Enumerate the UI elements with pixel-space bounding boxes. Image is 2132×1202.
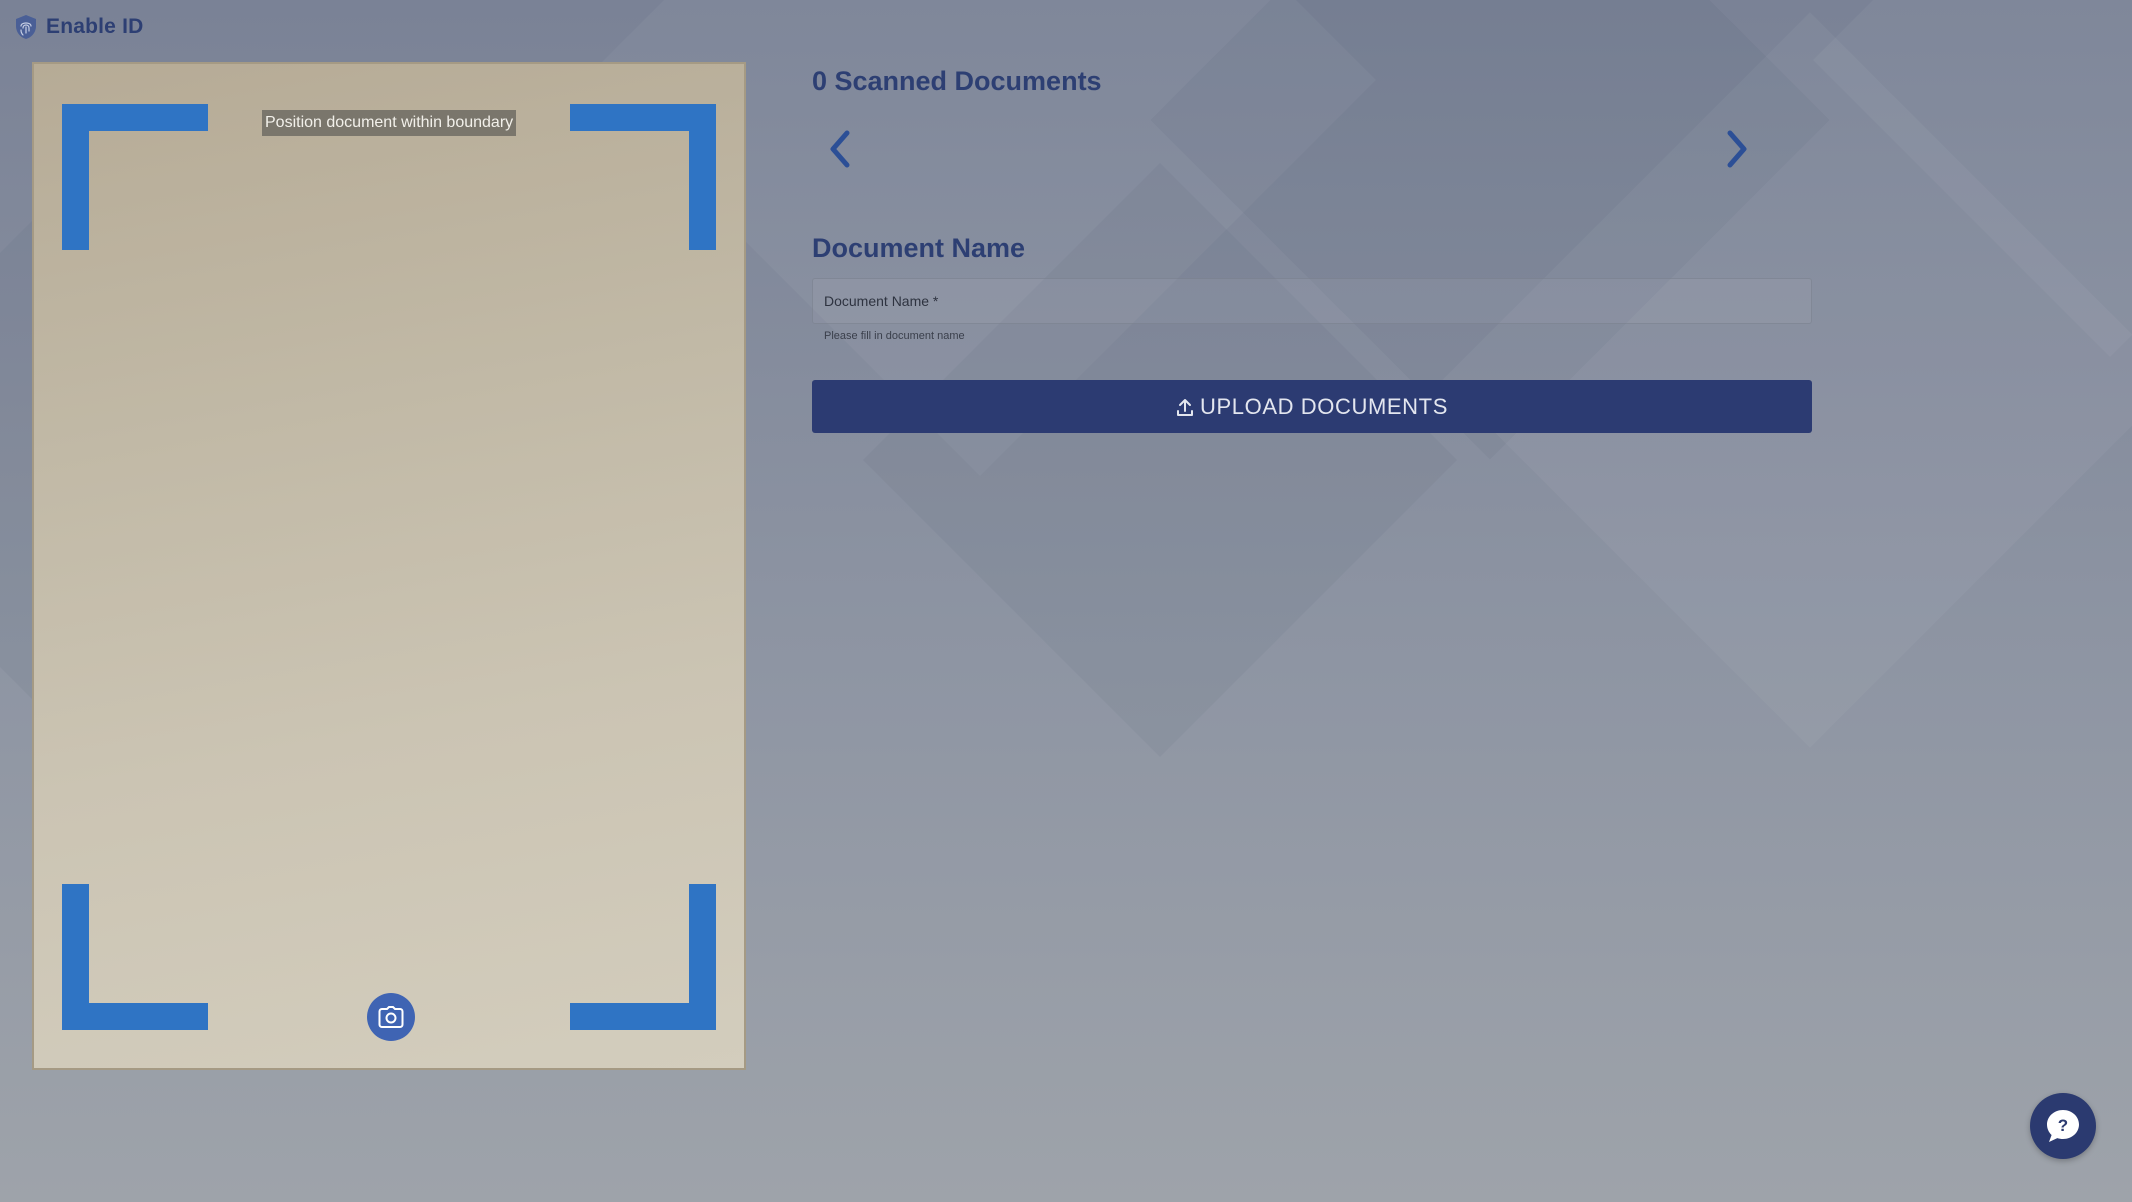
- upload-icon: [1177, 398, 1194, 416]
- document-carousel: [812, 125, 1812, 185]
- camera-icon: [378, 1006, 404, 1028]
- chevron-left-icon: [830, 130, 850, 168]
- app-title: Enable ID: [46, 15, 144, 38]
- help-chat-button[interactable]: ?: [2030, 1093, 2096, 1159]
- capture-button[interactable]: [367, 993, 415, 1041]
- help-symbol: ?: [2058, 1116, 2068, 1135]
- document-name-helper: Please fill in document name: [824, 330, 965, 342]
- upload-button-label: UPLOAD DOCUMENTS: [1200, 393, 1448, 419]
- frame-corner-top-right: [570, 104, 716, 250]
- camera-viewfinder: Position document within boundary: [32, 62, 746, 1070]
- scanned-count-title: 0 Scanned Documents: [812, 66, 1102, 96]
- document-name-field[interactable]: Document Name *: [812, 278, 1812, 324]
- position-hint: Position document within boundary: [262, 110, 517, 136]
- document-panel: 0 Scanned Documents Document Name Docume…: [812, 62, 1812, 433]
- previous-document-button[interactable]: [820, 125, 860, 173]
- frame-corner-bottom-right: [570, 884, 716, 1030]
- frame-corner-top-left: [62, 104, 208, 250]
- app-header: Enable ID: [14, 12, 144, 42]
- next-document-button[interactable]: [1717, 125, 1757, 173]
- help-chat-icon: ?: [2047, 1110, 2079, 1142]
- document-name-heading: Document Name: [812, 233, 1026, 263]
- chevron-right-icon: [1727, 130, 1747, 168]
- fingerprint-shield-icon: [16, 15, 36, 39]
- frame-corner-bottom-left: [62, 884, 208, 1030]
- upload-documents-button[interactable]: UPLOAD DOCUMENTS: [812, 380, 1812, 433]
- document-name-input[interactable]: [813, 279, 1811, 323]
